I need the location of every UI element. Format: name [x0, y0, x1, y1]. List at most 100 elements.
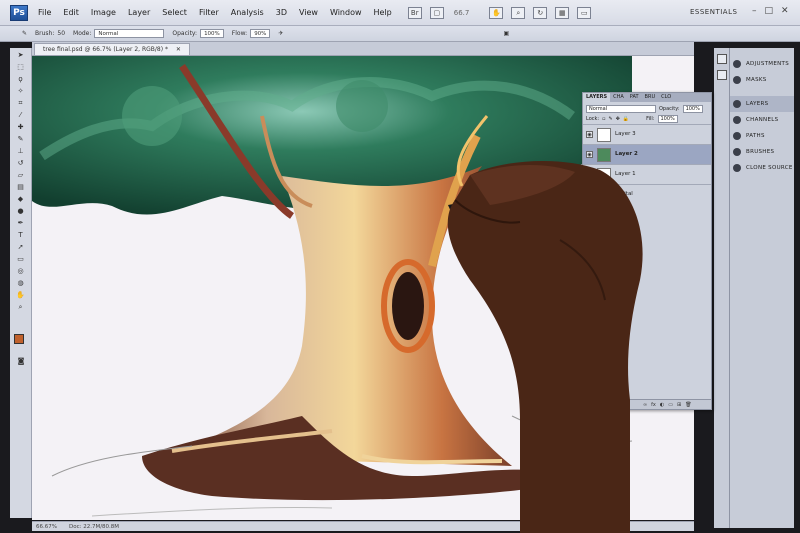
dock-item-adjustments[interactable]: ADJUSTMENTS [730, 56, 794, 72]
opacity-input[interactable]: 100% [200, 29, 224, 38]
document-tab[interactable]: tree final.psd @ 66.7% (Layer 2, RGB/8) … [34, 43, 190, 55]
dock-item-channels[interactable]: CHANNELS [730, 112, 794, 128]
status-zoom[interactable]: 66.67% [36, 524, 57, 530]
status-bar: 66.67% Doc: 22.7M/80.8M [32, 521, 694, 531]
dock-item-layers[interactable]: LAYERS [730, 96, 794, 112]
arrange-documents-icon[interactable]: ▦ [555, 6, 570, 19]
zoom-tool-icon[interactable]: ⌕ [14, 302, 28, 312]
lock-image-icon[interactable]: ✎ [608, 116, 612, 122]
lock-transparent-icon[interactable]: ▫ [602, 116, 605, 122]
flow-input[interactable]: 90% [250, 29, 271, 38]
maximize-icon[interactable]: □ [765, 6, 774, 16]
screen-mode-menu-icon[interactable]: ▭ [577, 6, 592, 19]
menu-select[interactable]: Select [160, 6, 189, 19]
layer-style-icon[interactable]: fx [651, 402, 656, 408]
menu-layer[interactable]: Layer [126, 6, 152, 19]
gradient-tool-icon[interactable]: ▤ [14, 182, 28, 192]
actions-panel-icon[interactable] [716, 70, 727, 80]
blur-tool-icon[interactable]: ◆ [14, 194, 28, 204]
layer-row-layer-3[interactable]: ◉ Layer 3 [583, 124, 711, 144]
visibility-eye-icon[interactable]: ◉ [586, 131, 593, 138]
options-bar: ✎ Brush: 50 Mode: Normal Opacity: 100% F… [0, 26, 800, 42]
shape-tool-icon[interactable]: ▭ [14, 254, 28, 264]
zoom-level[interactable]: 66.7 [454, 9, 470, 17]
new-layer-icon[interactable]: ⊞ [677, 402, 681, 408]
eraser-tool-icon[interactable]: ▱ [14, 170, 28, 180]
rotate-view-icon[interactable]: ↻ [533, 6, 548, 19]
layers-panel-tabs: LAYERS CHA PAT BRU CLO [583, 93, 711, 102]
new-group-icon[interactable]: ▭ [668, 402, 673, 408]
visibility-eye-icon[interactable]: ◉ [586, 151, 593, 158]
dodge-tool-icon[interactable]: ● [14, 206, 28, 216]
mode-label: Mode: [73, 30, 92, 37]
dock-item-paths[interactable]: PATHS [730, 128, 794, 144]
move-tool-icon[interactable]: ➤ [14, 50, 28, 60]
tab-layers[interactable]: LAYERS [583, 93, 611, 102]
screen-mode-icon[interactable]: ▢ [429, 6, 444, 19]
close-icon[interactable]: ✕ [781, 6, 789, 16]
3d-orbit-tool-icon[interactable]: ◍ [14, 278, 28, 288]
clone-stamp-tool-icon[interactable]: ⊥ [14, 146, 28, 156]
lasso-tool-icon[interactable]: ϙ [14, 74, 28, 84]
add-mask-icon[interactable]: ◐ [660, 402, 664, 408]
history-brush-tool-icon[interactable]: ↺ [14, 158, 28, 168]
type-tool-icon[interactable]: T [14, 230, 28, 240]
link-layers-icon[interactable]: ∞ [643, 402, 647, 408]
bridge-icon[interactable]: Br [407, 6, 422, 19]
3d-rotate-tool-icon[interactable]: ◎ [14, 266, 28, 276]
dock-item-clone-source[interactable]: CLONE SOURCE [730, 160, 794, 176]
menu-edit[interactable]: Edit [61, 6, 81, 19]
crop-tool-icon[interactable]: ⌗ [14, 98, 28, 108]
visibility-eye-icon[interactable]: ◉ [586, 171, 593, 178]
menu-window[interactable]: Window [328, 6, 364, 19]
tab-paths[interactable]: PAT [627, 93, 642, 102]
layer-row-digital[interactable]: Digital [583, 184, 711, 204]
tab-clone[interactable]: CLO [658, 93, 674, 102]
opacity-control: Opacity: 100% [172, 29, 224, 38]
brush-picker[interactable]: Brush: 50 [35, 30, 65, 37]
blend-row: Normal Opacity: 100% [583, 104, 711, 114]
close-tab-icon[interactable]: ✕ [176, 46, 181, 53]
quick-mask-icon[interactable]: ◙ [14, 356, 28, 366]
menu-view[interactable]: View [297, 6, 320, 19]
lock-all-icon[interactable]: 🔒 [623, 116, 629, 122]
menu-3d[interactable]: 3D [274, 6, 289, 19]
menu-help[interactable]: Help [372, 6, 394, 19]
workspace-switcher[interactable]: ESSENTIALS [690, 8, 737, 16]
lock-position-icon[interactable]: ✥ [616, 116, 620, 122]
tab-channels[interactable]: CHA [610, 93, 627, 102]
tablet-pressure-icon[interactable]: ▣ [503, 30, 509, 37]
hand-tool-icon[interactable]: ✋ [14, 290, 28, 300]
paths-icon [733, 132, 741, 140]
minimize-icon[interactable]: – [752, 6, 757, 16]
airbrush-icon[interactable]: ✈ [278, 30, 283, 37]
layer-row-layer-2[interactable]: ◉ Layer 2 [583, 144, 711, 164]
menu-file[interactable]: File [36, 6, 53, 19]
healing-brush-tool-icon[interactable]: ✚ [14, 122, 28, 132]
mode-control: Mode: Normal [73, 29, 165, 38]
pen-tool-icon[interactable]: ✒ [14, 218, 28, 228]
blend-mode-select[interactable]: Normal [586, 105, 656, 113]
eyedropper-tool-icon[interactable]: ⁄ [14, 110, 28, 120]
menu-image[interactable]: Image [89, 6, 118, 19]
zoom-tool-icon[interactable]: ⌕ [511, 6, 526, 19]
delete-layer-icon[interactable]: 🗑 [685, 402, 691, 408]
menu-analysis[interactable]: Analysis [229, 6, 266, 19]
dock-item-masks[interactable]: MASKS [730, 72, 794, 88]
marquee-tool-icon[interactable]: ⬚ [14, 62, 28, 72]
dock-item-brushes[interactable]: BRUSHES [730, 144, 794, 160]
mode-select[interactable]: Normal [94, 29, 165, 38]
hand-tool-icon[interactable]: ✋ [489, 6, 504, 19]
layer-row-layer-1[interactable]: ◉ Layer 1 [583, 164, 711, 184]
brush-tool-icon[interactable]: ✎ [14, 134, 28, 144]
foreground-color-swatch[interactable] [14, 334, 24, 344]
layers-panel-footer: ∞ fx ◐ ▭ ⊞ 🗑 [583, 399, 711, 409]
menu-filter[interactable]: Filter [197, 6, 221, 19]
fill-input[interactable]: 100% [657, 115, 678, 123]
brush-preset-icon[interactable]: ✎ [22, 30, 27, 37]
history-panel-icon[interactable] [716, 54, 727, 64]
tab-brushes[interactable]: BRU [642, 93, 659, 102]
path-select-tool-icon[interactable]: ➚ [14, 242, 28, 252]
quick-select-tool-icon[interactable]: ✧ [14, 86, 28, 96]
layer-opacity-input[interactable]: 100% [682, 105, 703, 113]
